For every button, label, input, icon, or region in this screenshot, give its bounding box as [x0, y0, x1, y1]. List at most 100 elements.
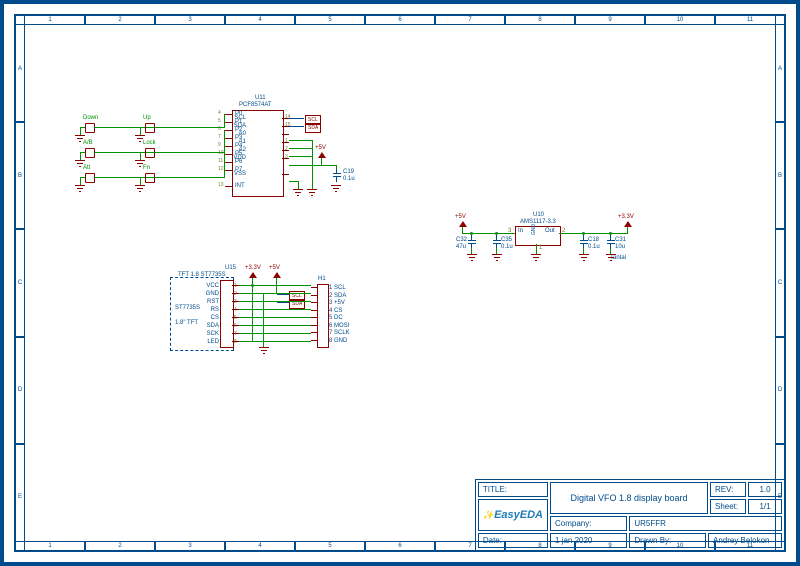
u10-out: Out — [545, 228, 555, 234]
button-label: Up — [143, 115, 151, 121]
u10-gnd: GND — [531, 224, 537, 235]
h1-pin-label: 7 SCLK — [329, 330, 350, 336]
u15-part: TFT 1.8 ST7735S — [178, 272, 226, 278]
pin — [311, 325, 317, 326]
pin — [282, 174, 289, 175]
wire — [154, 177, 225, 178]
ruler-col: 3 — [155, 541, 225, 551]
wire — [289, 148, 313, 149]
c31-val: 10u — [615, 244, 625, 250]
wire — [252, 278, 253, 342]
h1-pin-label: 5 DC — [329, 315, 343, 321]
u10-part: AMS1117-3.3 — [520, 219, 556, 225]
u11-pin-label: A0 — [239, 131, 246, 137]
u15-pin-label: SCK — [201, 331, 219, 337]
wire — [312, 140, 313, 160]
gnd-icon — [492, 254, 502, 262]
c32-ref: C32 — [456, 237, 467, 243]
u11-pin-num: 15 — [285, 122, 291, 128]
h1-pin-label: 4 CS — [329, 308, 342, 314]
u10-in: In — [518, 228, 523, 234]
company-label: Company: — [550, 516, 627, 531]
wire — [140, 152, 141, 160]
u10-v5: +5V — [455, 214, 466, 220]
pin — [225, 154, 232, 155]
button-up — [145, 123, 155, 133]
rev-label: REV: — [710, 482, 746, 497]
pin — [311, 332, 317, 333]
pin — [311, 317, 317, 318]
c18-val: 0.1u — [588, 244, 600, 250]
u11-pin-num: 4 — [218, 110, 221, 116]
wire — [154, 152, 225, 153]
u10-v33: +3.3V — [618, 214, 634, 220]
c35-ref: C35 — [501, 237, 512, 243]
pin — [311, 295, 317, 296]
pin — [232, 301, 239, 302]
u11-pin-num: 11 — [218, 158, 223, 164]
c32-val: 47u — [456, 244, 466, 250]
button-att — [85, 173, 95, 183]
h1-pin-label: 6 MOSI — [329, 323, 349, 329]
u15-pin-label: SDA — [201, 323, 219, 329]
u11-pin-num: 5 — [218, 118, 221, 124]
u15-pin-num: 5 — [234, 315, 237, 321]
wire — [336, 165, 337, 169]
junction-dot — [470, 232, 473, 235]
ruler-row: D — [15, 337, 25, 444]
gnd-icon — [606, 254, 616, 262]
wire — [610, 248, 611, 254]
u15-pin-num: 2 — [234, 291, 237, 297]
pin — [225, 130, 232, 131]
wire — [239, 341, 253, 342]
pin — [225, 122, 232, 123]
button-label: Att — [83, 165, 90, 171]
power-arrow-icon — [459, 221, 467, 227]
wire — [80, 127, 81, 135]
pin — [225, 138, 232, 139]
u15-note1: ST7735S — [175, 305, 200, 311]
gnd-icon — [331, 185, 341, 193]
u11-pin-label: VDD — [233, 155, 246, 161]
h1-ref: H1 — [318, 276, 326, 282]
u11-pin-label: SDA — [234, 123, 246, 129]
u11-part: PCF8574AT — [239, 102, 272, 108]
pin — [225, 146, 232, 147]
ruler-row: C — [15, 229, 25, 336]
wire — [277, 294, 289, 295]
ruler-col: 7 — [435, 541, 505, 551]
pin — [311, 310, 317, 311]
net-sda-u11: SDA — [305, 123, 321, 133]
ruler-col: 3 — [155, 15, 225, 25]
ruler-col: 6 — [365, 15, 435, 25]
ruler-col: 7 — [435, 15, 505, 25]
button-label: A/B — [83, 140, 93, 146]
power-arrow-icon — [249, 272, 257, 278]
u11-pin-label: A1 — [239, 139, 246, 145]
wire — [298, 181, 299, 189]
ruler-col: 1 — [15, 15, 85, 25]
u15-pin-label: VCC — [201, 283, 219, 289]
u11-pin-num: 10 — [218, 150, 224, 156]
ruler-row: E — [775, 444, 785, 551]
u15-pin-label: RS — [201, 307, 219, 313]
wire — [276, 278, 277, 294]
u15-pin-label: RST — [201, 299, 219, 305]
gnd-icon — [75, 185, 85, 193]
junction-dot — [582, 232, 585, 235]
wire — [277, 302, 289, 303]
pin — [232, 341, 239, 342]
gnd-icon — [467, 254, 477, 262]
ruler-row: A — [775, 15, 785, 122]
c19-ref: C19 — [343, 169, 354, 175]
ruler-col: 8 — [505, 15, 575, 25]
button-label: Lock — [143, 140, 156, 146]
wire — [239, 285, 311, 286]
ruler-col: 4 — [225, 541, 295, 551]
pin — [232, 285, 239, 286]
wire — [462, 227, 463, 234]
ruler-col: 5 — [295, 541, 365, 551]
wire — [239, 301, 311, 302]
wire — [263, 293, 264, 347]
wire — [289, 156, 313, 157]
